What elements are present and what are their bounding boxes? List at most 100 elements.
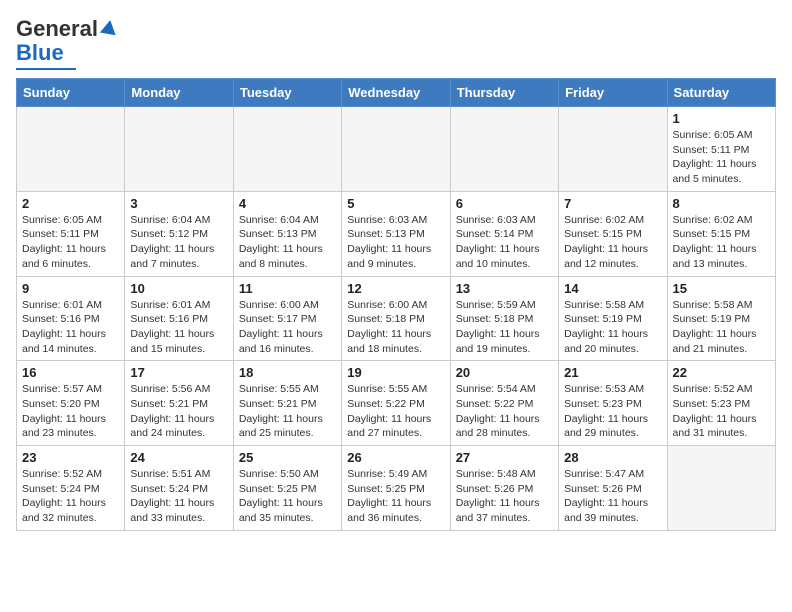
day-number: 27 — [456, 450, 553, 465]
day-number: 9 — [22, 281, 119, 296]
calendar-cell: 9 Sunrise: 6:01 AM Sunset: 5:16 PM Daylig… — [17, 276, 125, 361]
day-number: 21 — [564, 365, 661, 380]
calendar-week-row: 1 Sunrise: 6:05 AM Sunset: 5:11 PM Daylig… — [17, 107, 776, 192]
weekday-header-monday: Monday — [125, 79, 233, 107]
calendar-cell — [233, 107, 341, 192]
calendar-cell: 10 Sunrise: 6:01 AM Sunset: 5:16 PM Dayli… — [125, 276, 233, 361]
logo-blue-text: Blue — [16, 40, 64, 66]
calendar-cell — [17, 107, 125, 192]
day-info: Sunrise: 5:50 AM Sunset: 5:25 PM Dayligh… — [239, 467, 336, 526]
calendar-cell: 11Sunrise: 6:00 AM Sunset: 5:17 PM Dayli… — [233, 276, 341, 361]
day-number: 6 — [456, 196, 553, 211]
day-info: Sunrise: 6:05 AM Sunset: 5:11 PM Dayligh… — [673, 128, 770, 187]
day-info: Sunrise: 5:58 AM Sunset: 5:19 PM Dayligh… — [564, 298, 661, 357]
day-number: 17 — [130, 365, 227, 380]
calendar-cell: 19 Sunrise: 5:55 AM Sunset: 5:22 PM Dayli… — [342, 361, 450, 446]
calendar-cell: 12Sunrise: 6:00 AM Sunset: 5:18 PM Dayli… — [342, 276, 450, 361]
day-info: Sunrise: 5:54 AM Sunset: 5:22 PM Dayligh… — [456, 382, 553, 441]
calendar-cell: 8 Sunrise: 6:02 AM Sunset: 5:15 PM Daylig… — [667, 191, 775, 276]
calendar-cell — [667, 446, 775, 531]
day-number: 20 — [456, 365, 553, 380]
calendar-cell: 26 Sunrise: 5:49 AM Sunset: 5:25 PM Dayli… — [342, 446, 450, 531]
day-number: 16 — [22, 365, 119, 380]
day-info: Sunrise: 5:55 AM Sunset: 5:22 PM Dayligh… — [347, 382, 444, 441]
calendar-table: SundayMondayTuesdayWednesdayThursdayFrid… — [16, 78, 776, 531]
day-info: Sunrise: 5:52 AM Sunset: 5:23 PM Dayligh… — [673, 382, 770, 441]
calendar-cell: 4 Sunrise: 6:04 AM Sunset: 5:13 PM Daylig… — [233, 191, 341, 276]
calendar-cell: 20 Sunrise: 5:54 AM Sunset: 5:22 PM Dayli… — [450, 361, 558, 446]
calendar-cell: 2Sunrise: 6:05 AM Sunset: 5:11 PM Daylig… — [17, 191, 125, 276]
day-info: Sunrise: 5:58 AM Sunset: 5:19 PM Dayligh… — [673, 298, 770, 357]
calendar-week-row: 16 Sunrise: 5:57 AM Sunset: 5:20 PM Dayli… — [17, 361, 776, 446]
day-number: 15 — [673, 281, 770, 296]
day-number: 26 — [347, 450, 444, 465]
weekday-header-wednesday: Wednesday — [342, 79, 450, 107]
weekday-header-tuesday: Tuesday — [233, 79, 341, 107]
logo-triangle-icon — [100, 18, 118, 36]
calendar-cell: 5 Sunrise: 6:03 AM Sunset: 5:13 PM Daylig… — [342, 191, 450, 276]
calendar-cell: 17 Sunrise: 5:56 AM Sunset: 5:21 PM Dayli… — [125, 361, 233, 446]
day-info: Sunrise: 5:56 AM Sunset: 5:21 PM Dayligh… — [130, 382, 227, 441]
day-info: Sunrise: 6:00 AM Sunset: 5:17 PM Dayligh… — [239, 298, 336, 357]
calendar-cell — [450, 107, 558, 192]
day-info: Sunrise: 6:03 AM Sunset: 5:13 PM Dayligh… — [347, 213, 444, 272]
day-number: 10 — [130, 281, 227, 296]
day-number: 7 — [564, 196, 661, 211]
day-info: Sunrise: 6:05 AM Sunset: 5:11 PM Dayligh… — [22, 213, 119, 272]
day-info: Sunrise: 6:02 AM Sunset: 5:15 PM Dayligh… — [673, 213, 770, 272]
weekday-header-thursday: Thursday — [450, 79, 558, 107]
calendar-cell — [125, 107, 233, 192]
day-number: 13 — [456, 281, 553, 296]
day-info: Sunrise: 6:01 AM Sunset: 5:16 PM Dayligh… — [22, 298, 119, 357]
calendar-cell: 7Sunrise: 6:02 AM Sunset: 5:15 PM Daylig… — [559, 191, 667, 276]
day-number: 22 — [673, 365, 770, 380]
calendar-cell: 25 Sunrise: 5:50 AM Sunset: 5:25 PM Dayli… — [233, 446, 341, 531]
calendar-cell: 14 Sunrise: 5:58 AM Sunset: 5:19 PM Dayli… — [559, 276, 667, 361]
day-info: Sunrise: 5:57 AM Sunset: 5:20 PM Dayligh… — [22, 382, 119, 441]
day-info: Sunrise: 6:00 AM Sunset: 5:18 PM Dayligh… — [347, 298, 444, 357]
calendar-cell: 3 Sunrise: 6:04 AM Sunset: 5:12 PM Daylig… — [125, 191, 233, 276]
calendar-header-row: SundayMondayTuesdayWednesdayThursdayFrid… — [17, 79, 776, 107]
day-number: 28 — [564, 450, 661, 465]
day-info: Sunrise: 5:53 AM Sunset: 5:23 PM Dayligh… — [564, 382, 661, 441]
day-number: 8 — [673, 196, 770, 211]
day-number: 18 — [239, 365, 336, 380]
day-info: Sunrise: 5:55 AM Sunset: 5:21 PM Dayligh… — [239, 382, 336, 441]
day-info: Sunrise: 6:04 AM Sunset: 5:13 PM Dayligh… — [239, 213, 336, 272]
day-number: 25 — [239, 450, 336, 465]
calendar-cell: 1 Sunrise: 6:05 AM Sunset: 5:11 PM Daylig… — [667, 107, 775, 192]
weekday-header-friday: Friday — [559, 79, 667, 107]
calendar-cell — [342, 107, 450, 192]
day-info: Sunrise: 6:04 AM Sunset: 5:12 PM Dayligh… — [130, 213, 227, 272]
day-info: Sunrise: 5:51 AM Sunset: 5:24 PM Dayligh… — [130, 467, 227, 526]
calendar-cell: 24 Sunrise: 5:51 AM Sunset: 5:24 PM Dayli… — [125, 446, 233, 531]
logo-general-text: General — [16, 16, 98, 42]
day-info: Sunrise: 6:01 AM Sunset: 5:16 PM Dayligh… — [130, 298, 227, 357]
calendar-week-row: 9 Sunrise: 6:01 AM Sunset: 5:16 PM Daylig… — [17, 276, 776, 361]
calendar-cell: 27 Sunrise: 5:48 AM Sunset: 5:26 PM Dayli… — [450, 446, 558, 531]
day-number: 3 — [130, 196, 227, 211]
day-number: 4 — [239, 196, 336, 211]
calendar-week-row: 23Sunrise: 5:52 AM Sunset: 5:24 PM Dayli… — [17, 446, 776, 531]
day-number: 14 — [564, 281, 661, 296]
day-info: Sunrise: 5:48 AM Sunset: 5:26 PM Dayligh… — [456, 467, 553, 526]
calendar-cell: 23Sunrise: 5:52 AM Sunset: 5:24 PM Dayli… — [17, 446, 125, 531]
page-header: General Blue — [16, 16, 776, 70]
day-number: 5 — [347, 196, 444, 211]
day-info: Sunrise: 5:47 AM Sunset: 5:26 PM Dayligh… — [564, 467, 661, 526]
calendar-cell: 16 Sunrise: 5:57 AM Sunset: 5:20 PM Dayli… — [17, 361, 125, 446]
day-info: Sunrise: 6:03 AM Sunset: 5:14 PM Dayligh… — [456, 213, 553, 272]
logo-underline — [16, 68, 76, 70]
calendar-cell: 13 Sunrise: 5:59 AM Sunset: 5:18 PM Dayli… — [450, 276, 558, 361]
calendar-cell: 18 Sunrise: 5:55 AM Sunset: 5:21 PM Dayli… — [233, 361, 341, 446]
calendar-cell: 15 Sunrise: 5:58 AM Sunset: 5:19 PM Dayli… — [667, 276, 775, 361]
calendar-week-row: 2Sunrise: 6:05 AM Sunset: 5:11 PM Daylig… — [17, 191, 776, 276]
day-number: 1 — [673, 111, 770, 126]
day-info: Sunrise: 5:59 AM Sunset: 5:18 PM Dayligh… — [456, 298, 553, 357]
day-number: 23 — [22, 450, 119, 465]
calendar-cell — [559, 107, 667, 192]
day-info: Sunrise: 5:49 AM Sunset: 5:25 PM Dayligh… — [347, 467, 444, 526]
day-number: 19 — [347, 365, 444, 380]
calendar-cell: 21 Sunrise: 5:53 AM Sunset: 5:23 PM Dayli… — [559, 361, 667, 446]
day-number: 24 — [130, 450, 227, 465]
